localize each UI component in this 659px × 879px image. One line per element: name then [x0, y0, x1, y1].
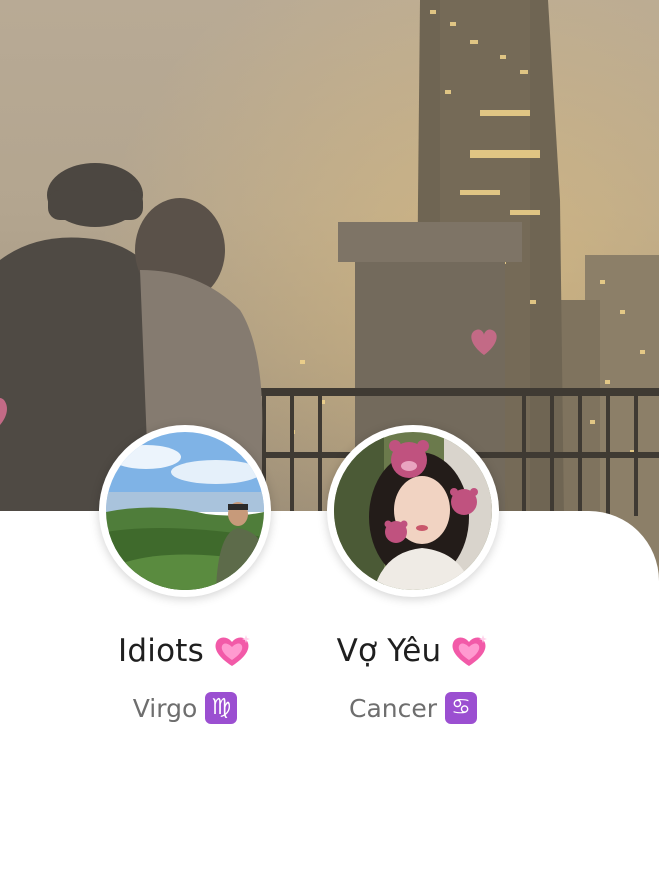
- avatar-right[interactable]: [327, 425, 499, 597]
- zodiac-row-right: Cancer ♋: [283, 692, 543, 724]
- partner-name: Vợ Yêu: [336, 633, 442, 669]
- sparkling-heart-icon: [212, 633, 252, 669]
- avatar-photo: [334, 432, 492, 590]
- profile-left: Idiots Virgo ♍: [95, 425, 275, 724]
- avatar-left[interactable]: [99, 425, 271, 597]
- zodiac-sign: Virgo: [132, 693, 198, 723]
- virgo-icon: ♍: [205, 692, 238, 724]
- zodiac-sign: Cancer: [348, 693, 438, 723]
- partner-name: Idiots: [118, 633, 204, 669]
- portrait-photo-illustration: [334, 432, 492, 590]
- profile-right: Vợ Yêu Cancer ♋: [323, 425, 503, 724]
- cancer-icon: ♋: [445, 692, 478, 724]
- name-row-right: Vợ Yêu: [283, 633, 543, 669]
- name-row-left: Idiots: [55, 633, 315, 669]
- sparkling-heart-icon: [449, 633, 489, 669]
- avatar-photo: [106, 432, 264, 590]
- landscape-photo-illustration: [106, 432, 264, 590]
- zodiac-row-left: Virgo ♍: [55, 692, 315, 724]
